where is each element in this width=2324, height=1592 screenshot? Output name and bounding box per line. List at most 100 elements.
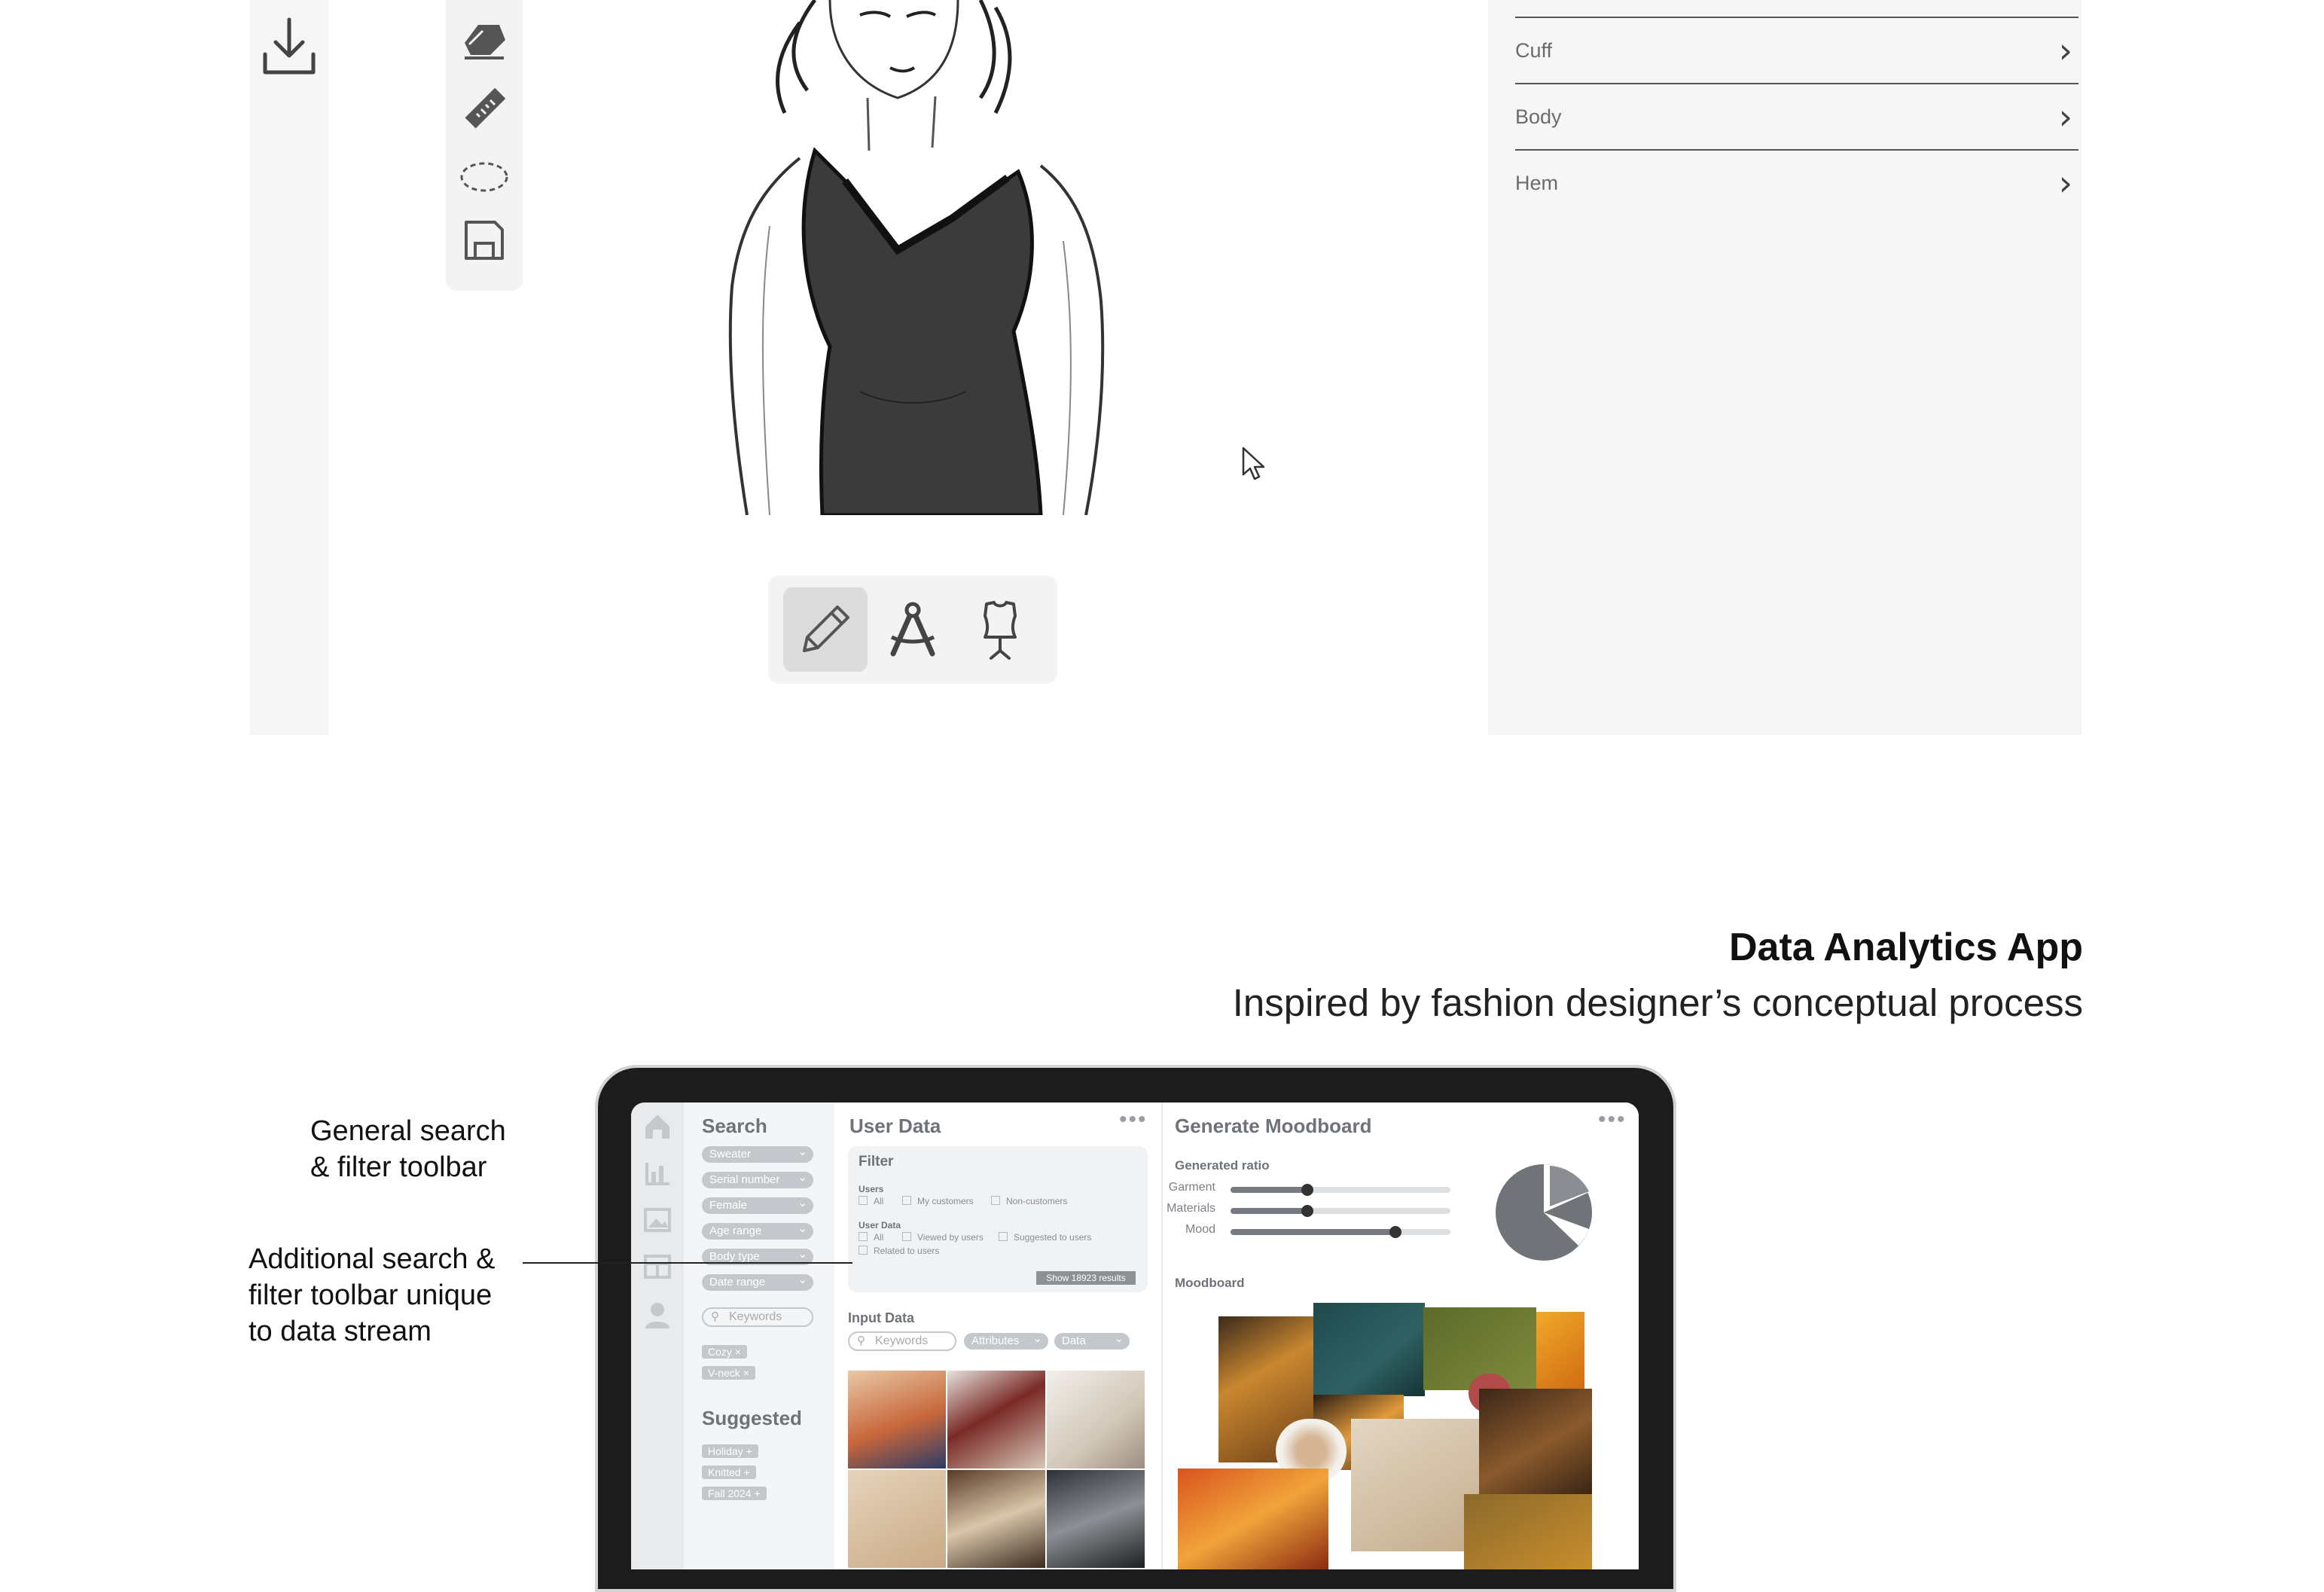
search-icon: ⚲ xyxy=(857,1334,865,1347)
lasso-select-tool[interactable] xyxy=(446,151,523,203)
data-image[interactable] xyxy=(947,1371,1045,1468)
slider-label: Mood xyxy=(1185,1223,1215,1236)
moodboard-image xyxy=(1178,1468,1328,1569)
ratio-slider[interactable] xyxy=(1231,1205,1450,1217)
download-icon xyxy=(263,17,316,75)
mouse-cursor-icon xyxy=(1241,446,1267,486)
layout-icon[interactable] xyxy=(642,1252,673,1282)
slider-label: Garment xyxy=(1168,1181,1215,1194)
eraser-icon xyxy=(465,25,505,59)
moodboard-image xyxy=(1536,1312,1584,1390)
data-image[interactable] xyxy=(1047,1371,1145,1468)
drawing-tools-column xyxy=(446,0,523,291)
garment-parts-panel: Cuff › Body › Hem › xyxy=(1488,0,2082,735)
image-icon[interactable] xyxy=(642,1205,673,1235)
ratio-pie-icon xyxy=(1496,1164,1592,1261)
pencil-mode-button[interactable] xyxy=(783,587,868,672)
left-rail xyxy=(250,0,328,735)
chevron-right-icon: › xyxy=(2058,96,2072,137)
slider-handle[interactable] xyxy=(1389,1226,1401,1238)
users-label: Users xyxy=(859,1184,884,1194)
dress-sketch-illustration xyxy=(728,0,1105,517)
checkbox-all-data[interactable]: All xyxy=(859,1232,883,1243)
data-image[interactable] xyxy=(848,1470,946,1568)
generated-ratio-title: Generated ratio xyxy=(1175,1158,1270,1173)
dashed-ellipse-icon xyxy=(460,162,508,192)
attributes-dropdown[interactable]: Attributes xyxy=(964,1331,1048,1350)
more-options-icon[interactable]: ••• xyxy=(1119,1107,1148,1133)
list-item-label: Body xyxy=(1515,105,1562,128)
slider-label: Materials xyxy=(1167,1202,1215,1215)
suggested-title: Suggested xyxy=(702,1407,802,1429)
home-icon[interactable] xyxy=(642,1112,673,1142)
filter-dropdown[interactable]: Sweater xyxy=(702,1144,813,1163)
suggested-tag[interactable]: Knitted + xyxy=(702,1465,756,1479)
save-icon xyxy=(465,221,504,260)
eraser-tool[interactable] xyxy=(446,15,523,68)
show-results-button[interactable]: Show 18923 results xyxy=(1036,1271,1136,1285)
moodboard-image xyxy=(1464,1494,1592,1569)
keywords-placeholder: Keywords xyxy=(875,1334,929,1347)
selected-tag[interactable]: V-neck × xyxy=(702,1366,755,1380)
ruler-icon xyxy=(465,87,506,129)
search-icon: ⚲ xyxy=(711,1310,719,1323)
checkbox-viewed[interactable]: Viewed by users xyxy=(902,1232,984,1243)
checkbox-suggested[interactable]: Suggested to users xyxy=(999,1232,1091,1243)
moodboard-image xyxy=(1479,1389,1592,1509)
moodboard-image xyxy=(1351,1419,1479,1551)
annotation-line: filter toolbar unique xyxy=(249,1279,493,1311)
moodboard-panel: Generate Moodboard ••• Generated ratio G… xyxy=(1163,1103,1639,1569)
suggested-tag[interactable]: Holiday + xyxy=(702,1444,758,1458)
input-keywords-input[interactable]: ⚲ Keywords xyxy=(848,1331,956,1351)
filter-dropdown[interactable]: Date range xyxy=(702,1272,813,1291)
drafting-compass-icon xyxy=(890,602,935,657)
fashion-sketch-canvas[interactable] xyxy=(709,0,1154,517)
list-item-hem[interactable]: Hem › xyxy=(1515,149,2078,215)
data-image[interactable] xyxy=(848,1371,946,1468)
app-nav-rail xyxy=(631,1103,684,1569)
general-search-toolbar: Search Sweater Serial number Female Age … xyxy=(684,1103,834,1569)
compass-mode-button[interactable] xyxy=(871,587,955,672)
selected-tag[interactable]: Cozy × xyxy=(702,1345,747,1359)
ratio-slider[interactable] xyxy=(1231,1226,1450,1238)
more-options-icon[interactable]: ••• xyxy=(1598,1107,1627,1133)
list-item-cuff[interactable]: Cuff › xyxy=(1515,17,2078,83)
dress-form-icon xyxy=(984,601,1017,660)
laptop-screen: Search Sweater Serial number Female Age … xyxy=(631,1103,1639,1569)
pencil-icon xyxy=(803,605,849,652)
annotation-leader-line xyxy=(523,1262,852,1264)
data-image[interactable] xyxy=(947,1470,1045,1568)
search-panel-title: Search xyxy=(702,1115,767,1137)
checkbox-non-customers[interactable]: Non-customers xyxy=(991,1196,1067,1206)
user-icon[interactable] xyxy=(642,1300,673,1330)
keywords-placeholder: Keywords xyxy=(729,1310,782,1323)
list-item-body[interactable]: Body › xyxy=(1515,83,2078,149)
download-button[interactable] xyxy=(250,15,328,78)
list-item-label: Cuff xyxy=(1515,38,1553,62)
moodboard-label: Moodboard xyxy=(1175,1276,1245,1290)
moodboard-title: Generate Moodboard xyxy=(1175,1115,1372,1137)
filter-dropdown[interactable]: Age range xyxy=(702,1221,813,1240)
filter-dropdown[interactable]: Serial number xyxy=(702,1170,813,1188)
data-image[interactable] xyxy=(1047,1470,1145,1568)
slider-handle[interactable] xyxy=(1301,1205,1314,1217)
keywords-search-input[interactable]: ⚲ Keywords xyxy=(702,1307,813,1327)
slider-handle[interactable] xyxy=(1301,1184,1314,1196)
bar-chart-icon[interactable] xyxy=(642,1158,673,1188)
annotation-line: General search xyxy=(310,1115,506,1147)
filter-dropdown[interactable]: Female xyxy=(702,1195,813,1214)
ratio-slider[interactable] xyxy=(1231,1184,1450,1196)
annotation-additional-toolbar: Additional search & filter toolbar uniqu… xyxy=(249,1241,520,1350)
suggested-tag[interactable]: Fall 2024 + xyxy=(702,1487,767,1500)
garment-mode-button[interactable] xyxy=(958,587,1042,672)
ruler-tool[interactable] xyxy=(446,83,523,136)
checkbox-my-customers[interactable]: My customers xyxy=(902,1196,974,1206)
user-data-title: User Data xyxy=(849,1115,941,1137)
save-tool[interactable] xyxy=(446,214,523,267)
checkbox-related[interactable]: Related to users xyxy=(859,1246,939,1256)
user-data-panel: User Data ••• Filter Users All My custom… xyxy=(834,1103,1161,1569)
annotation-line: Additional search & xyxy=(249,1243,496,1275)
annotation-line: & filter toolbar xyxy=(310,1151,487,1183)
data-dropdown[interactable]: Data xyxy=(1054,1331,1130,1350)
checkbox-all-users[interactable]: All xyxy=(859,1196,883,1206)
